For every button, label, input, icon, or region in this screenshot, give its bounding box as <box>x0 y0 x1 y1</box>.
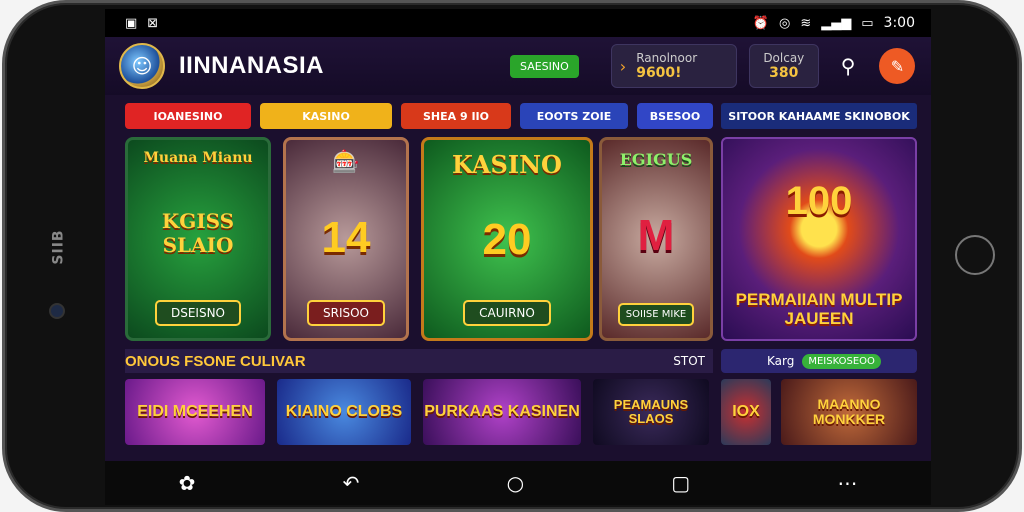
home-icon[interactable]: ○ <box>507 471 524 495</box>
card-big-text: 20 <box>482 214 532 264</box>
phone-frame: SIIB ▣ ⊠ ⏰ ◎ ≋ ▂▄▆ ▭ 3:00 ☺ IINNANASIA S… <box>2 0 1022 512</box>
front-camera <box>49 303 65 319</box>
android-nav-bar: ✿ ↶ ○ ▢ ⋯ <box>105 461 931 505</box>
section-header: ONOUS FSONE CULIVAR STOT <box>125 349 713 373</box>
alarm-icon: ⏰ <box>752 15 769 31</box>
brand-logo-icon[interactable]: ☺ <box>119 43 165 89</box>
bonus-value: 380 <box>769 65 799 81</box>
card-button[interactable]: SOIISE MIKE <box>617 303 695 326</box>
menu-icon: ✎ <box>890 56 905 76</box>
card-button[interactable]: DSEISNO <box>154 300 242 326</box>
promo-number: 100 <box>785 179 853 223</box>
game-card[interactable]: 🎰 14 SRISOO <box>283 137 409 341</box>
card-title: KASINO <box>452 150 562 179</box>
card-button[interactable]: CAUIRNO <box>463 300 551 326</box>
game-card[interactable]: EGIGUS M SOIISE MIKE <box>599 137 713 341</box>
card-big-text: M <box>637 211 675 260</box>
balance-value: 9600! <box>636 65 682 81</box>
search-icon[interactable]: ⚲ <box>841 54 856 78</box>
promo-tagline: PERMAIIAIN MULTIP JAUEEN <box>735 289 903 329</box>
category-tab[interactable]: IOANESINO <box>125 103 251 129</box>
bonus-box[interactable]: Dolcay 380 <box>748 44 819 88</box>
screen: ▣ ⊠ ⏰ ◎ ≋ ▂▄▆ ▭ 3:00 ☺ IINNANASIA SAESIN… <box>105 9 931 505</box>
card-big-text: KGISS SLAIO <box>161 209 235 257</box>
image-icon: ⊠ <box>147 15 159 31</box>
game-tile[interactable]: PEAMAUNS SLAOS <box>593 379 709 445</box>
promo-banner[interactable]: 100 PERMAIIAIN MULTIP JAUEEN <box>721 137 917 341</box>
device-home-button[interactable] <box>955 235 995 275</box>
balance-label: Ranolnoor <box>636 51 698 65</box>
card-title: Muana Mianu <box>143 150 253 166</box>
assistant-icon[interactable]: ✿ <box>179 471 196 495</box>
section-title: ONOUS FSONE CULIVAR <box>125 352 306 370</box>
card-title: EGIGUS <box>619 150 693 169</box>
category-tab[interactable]: EOOTS ZOIE <box>520 103 628 129</box>
vibrate-icon: ◎ <box>779 15 791 31</box>
status-bar: ▣ ⊠ ⏰ ◎ ≋ ▂▄▆ ▭ 3:00 <box>105 9 931 37</box>
slot-reel-icon: 🎰 <box>332 150 360 175</box>
filter-label: Karg <box>767 354 795 368</box>
game-card[interactable]: KASINO 20 CAUIRNO <box>421 137 593 341</box>
section-more-link[interactable]: STOT <box>673 354 705 368</box>
green-action-button[interactable]: SAESINO <box>510 54 579 78</box>
game-tile[interactable]: PURKAAS KASINEN <box>423 379 581 445</box>
battery-icon: ▭ <box>861 15 874 31</box>
signal-icon: ▂▄▆ <box>821 15 852 31</box>
wifi-icon: ≋ <box>800 15 812 31</box>
category-tab[interactable]: BSESOO <box>637 103 713 129</box>
game-tile[interactable]: EIDI MCEEHEN <box>125 379 265 445</box>
chevron-right-icon: › <box>619 56 627 76</box>
recents-icon[interactable]: ▢ <box>671 471 690 495</box>
game-card[interactable]: Muana Mianu KGISS SLAIO DSEISNO <box>125 137 271 341</box>
filter-pill[interactable]: MEISKOSEOO <box>802 353 881 369</box>
category-tab[interactable]: KASINO <box>260 103 392 129</box>
promo-title: SITOOR KAHAAME SKINOBOK <box>721 103 917 129</box>
bonus-label: Dolcay <box>763 51 805 65</box>
notification-icon: ▣ <box>125 15 138 31</box>
game-tile[interactable]: IOX <box>721 379 771 445</box>
back-icon[interactable]: ↶ <box>343 471 360 495</box>
category-bar: IOANESINO KASINO SHEA 9 IIO EOOTS ZOIE B… <box>125 103 713 129</box>
game-tile[interactable]: KIAINO CLOBS <box>277 379 411 445</box>
category-tab[interactable]: SHEA 9 IIO <box>401 103 511 129</box>
brand-name: IINNANASIA <box>179 52 325 79</box>
device-side-label: SIIB <box>50 229 67 265</box>
balance-box[interactable]: › Ranolnoor 9600! <box>610 44 737 88</box>
filter-box[interactable]: Karg MEISKOSEOO <box>721 349 917 373</box>
status-time: 3:00 <box>883 15 915 31</box>
app-header: ☺ IINNANASIA SAESINO › Ranolnoor 9600! D… <box>105 37 931 95</box>
card-big-text: 14 <box>321 212 371 262</box>
card-button[interactable]: SRISOO <box>306 300 385 326</box>
more-icon[interactable]: ⋯ <box>837 471 857 495</box>
menu-button[interactable]: ✎ <box>879 48 916 84</box>
game-tile[interactable]: MAANNO MONKKER <box>781 379 917 445</box>
